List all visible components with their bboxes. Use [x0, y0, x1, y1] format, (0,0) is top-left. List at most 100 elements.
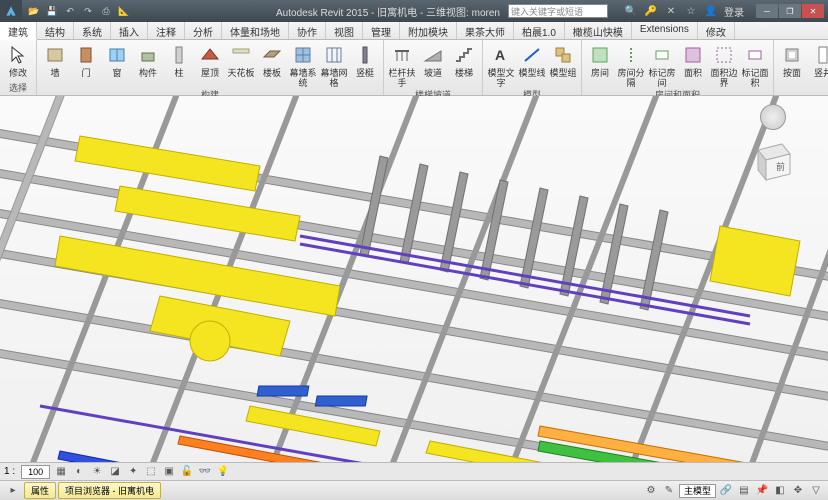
tool-modify[interactable]: 修改	[3, 41, 33, 78]
scale-value-input[interactable]: 100	[21, 465, 50, 479]
tab-collaborate[interactable]: 协作	[289, 22, 326, 39]
select-underlay-icon[interactable]: ▤	[736, 484, 752, 498]
qat-print-icon[interactable]: ⎙	[98, 3, 114, 19]
qat-save-icon[interactable]: 💾	[44, 3, 60, 19]
status-bar: ▸ 属性 项目浏览器 - 旧寓机电 ⚙ ✎ 主模型 🔗 ▤ 📌 ◧ ✥ ▽	[0, 480, 828, 500]
infocenter-search-icon[interactable]: 🔍	[624, 4, 638, 18]
tab-view[interactable]: 视图	[326, 22, 363, 39]
tool-roof[interactable]: 屋顶	[195, 41, 225, 78]
tab-addins[interactable]: 附加模块	[400, 22, 457, 39]
mullion-icon	[353, 43, 377, 67]
tab-plugin3[interactable]: 橄榄山快模	[565, 22, 632, 39]
workset-icon[interactable]: ⚙	[643, 484, 659, 498]
tab-annotate[interactable]: 注释	[148, 22, 185, 39]
tool-window[interactable]: 窗	[102, 41, 132, 78]
svg-text:前: 前	[776, 161, 785, 172]
detail-level-icon[interactable]: ▦	[52, 465, 70, 479]
select-pinned-icon[interactable]: 📌	[754, 484, 770, 498]
rendering-icon[interactable]: ✦	[124, 465, 142, 479]
visual-style-icon[interactable]: ◐	[70, 465, 88, 479]
tool-wall[interactable]: 墙	[40, 41, 70, 78]
tool-curtain-grid[interactable]: 幕墙网格	[319, 41, 349, 88]
tool-tag-room[interactable]: 标记房间	[647, 41, 677, 88]
drag-elements-icon[interactable]: ✥	[790, 484, 806, 498]
select-links-icon[interactable]: 🔗	[718, 484, 734, 498]
ribbon-group-room: 房间 房间分隔 标记房间 面积 面积边界 标记面积 房间和面积	[582, 40, 774, 95]
tool-model-text[interactable]: A模型文字	[486, 41, 516, 88]
expand-panel-icon[interactable]: ▸	[4, 484, 22, 498]
favorite-icon[interactable]: ☆	[684, 4, 698, 18]
window-close-button[interactable]: ✕	[802, 4, 824, 18]
design-options-combo[interactable]: 主模型	[679, 484, 716, 498]
tab-plugin2[interactable]: 柏晨1.0	[514, 22, 565, 39]
area-boundary-icon	[712, 43, 736, 67]
crop-region-icon[interactable]: ▣	[160, 465, 178, 479]
crop-view-icon[interactable]: ⬚	[142, 465, 160, 479]
tool-shaft[interactable]: 竖井	[808, 41, 828, 78]
tab-modify[interactable]: 修改	[698, 22, 735, 39]
shadows-icon[interactable]: ◪	[106, 465, 124, 479]
scale-label: 1 :	[0, 466, 19, 477]
temp-hide-icon[interactable]: 👓	[196, 465, 214, 479]
signin-icon[interactable]: 👤	[704, 4, 718, 18]
tool-door[interactable]: 门	[71, 41, 101, 78]
window-restore-button[interactable]: ❐	[779, 4, 801, 18]
model-canvas[interactable]	[0, 96, 828, 480]
tool-tag-area[interactable]: 标记面积	[740, 41, 770, 88]
tool-floor[interactable]: 楼板	[257, 41, 287, 78]
ceiling-icon	[229, 43, 253, 67]
tab-manage[interactable]: 管理	[363, 22, 400, 39]
tool-area[interactable]: 面积	[678, 41, 708, 78]
tab-architecture[interactable]: 建筑	[0, 22, 37, 40]
viewcube[interactable]: 前	[746, 136, 798, 188]
tab-systems[interactable]: 系统	[74, 22, 111, 39]
tool-by-face[interactable]: 按面	[777, 41, 807, 78]
tool-model-group[interactable]: 模型组	[548, 41, 578, 78]
tool-railing[interactable]: 栏杆扶手	[387, 41, 417, 88]
subscription-icon[interactable]: 🔑	[644, 4, 658, 18]
filter-icon[interactable]: ▽	[808, 484, 824, 498]
column-icon	[167, 43, 191, 67]
tool-room[interactable]: 房间	[585, 41, 615, 78]
project-browser-tab[interactable]: 项目浏览器 - 旧寓机电	[58, 482, 161, 499]
app-menu-button[interactable]	[0, 0, 22, 22]
tool-model-line[interactable]: 模型线	[517, 41, 547, 78]
tool-room-separator[interactable]: 房间分隔	[616, 41, 646, 88]
tool-ceiling[interactable]: 天花板	[226, 41, 256, 78]
door-icon	[74, 43, 98, 67]
select-face-icon[interactable]: ◧	[772, 484, 788, 498]
tool-mullion[interactable]: 竖梃	[350, 41, 380, 78]
tool-curtain-system[interactable]: 幕墙系统	[288, 41, 318, 88]
qat-open-icon[interactable]: 📂	[26, 3, 42, 19]
reveal-hidden-icon[interactable]: 💡	[214, 465, 232, 479]
tool-area-boundary[interactable]: 面积边界	[709, 41, 739, 88]
navigation-wheel[interactable]	[760, 104, 786, 130]
sun-path-icon[interactable]: ☀	[88, 465, 106, 479]
tool-column[interactable]: 柱	[164, 41, 194, 78]
tab-structure[interactable]: 结构	[37, 22, 74, 39]
signin-label[interactable]: 登录	[724, 4, 744, 19]
window-minimize-button[interactable]: ─	[756, 4, 778, 18]
ribbon-group-circulation: 栏杆扶手 坡道 楼梯 楼梯坡道	[384, 40, 483, 95]
curtain-grid-icon	[322, 43, 346, 67]
tool-component[interactable]: 构件	[133, 41, 163, 78]
lock-3d-icon[interactable]: 🔓	[178, 465, 196, 479]
help-search-input[interactable]: 键入关键字或短语	[508, 4, 608, 18]
area-icon	[681, 43, 705, 67]
tab-massing[interactable]: 体量和场地	[222, 22, 289, 39]
tool-stair[interactable]: 楼梯	[449, 41, 479, 78]
svg-text:A: A	[495, 47, 505, 63]
qat-measure-icon[interactable]: 📐	[116, 3, 132, 19]
model-text-icon: A	[489, 43, 513, 67]
exchange-icon[interactable]: ✕	[664, 4, 678, 18]
properties-tab[interactable]: 属性	[24, 482, 56, 499]
editable-only-icon[interactable]: ✎	[661, 484, 677, 498]
tab-extensions[interactable]: Extensions	[632, 22, 698, 39]
3d-viewport[interactable]: 前 1 : 100 ▦ ◐ ☀ ◪ ✦ ⬚ ▣ 🔓 👓 💡	[0, 96, 828, 480]
qat-undo-icon[interactable]: ↶	[62, 3, 78, 19]
tool-ramp[interactable]: 坡道	[418, 41, 448, 78]
tab-analyze[interactable]: 分析	[185, 22, 222, 39]
tab-insert[interactable]: 插入	[111, 22, 148, 39]
qat-redo-icon[interactable]: ↷	[80, 3, 96, 19]
tab-plugin1[interactable]: 果茶大师	[457, 22, 514, 39]
